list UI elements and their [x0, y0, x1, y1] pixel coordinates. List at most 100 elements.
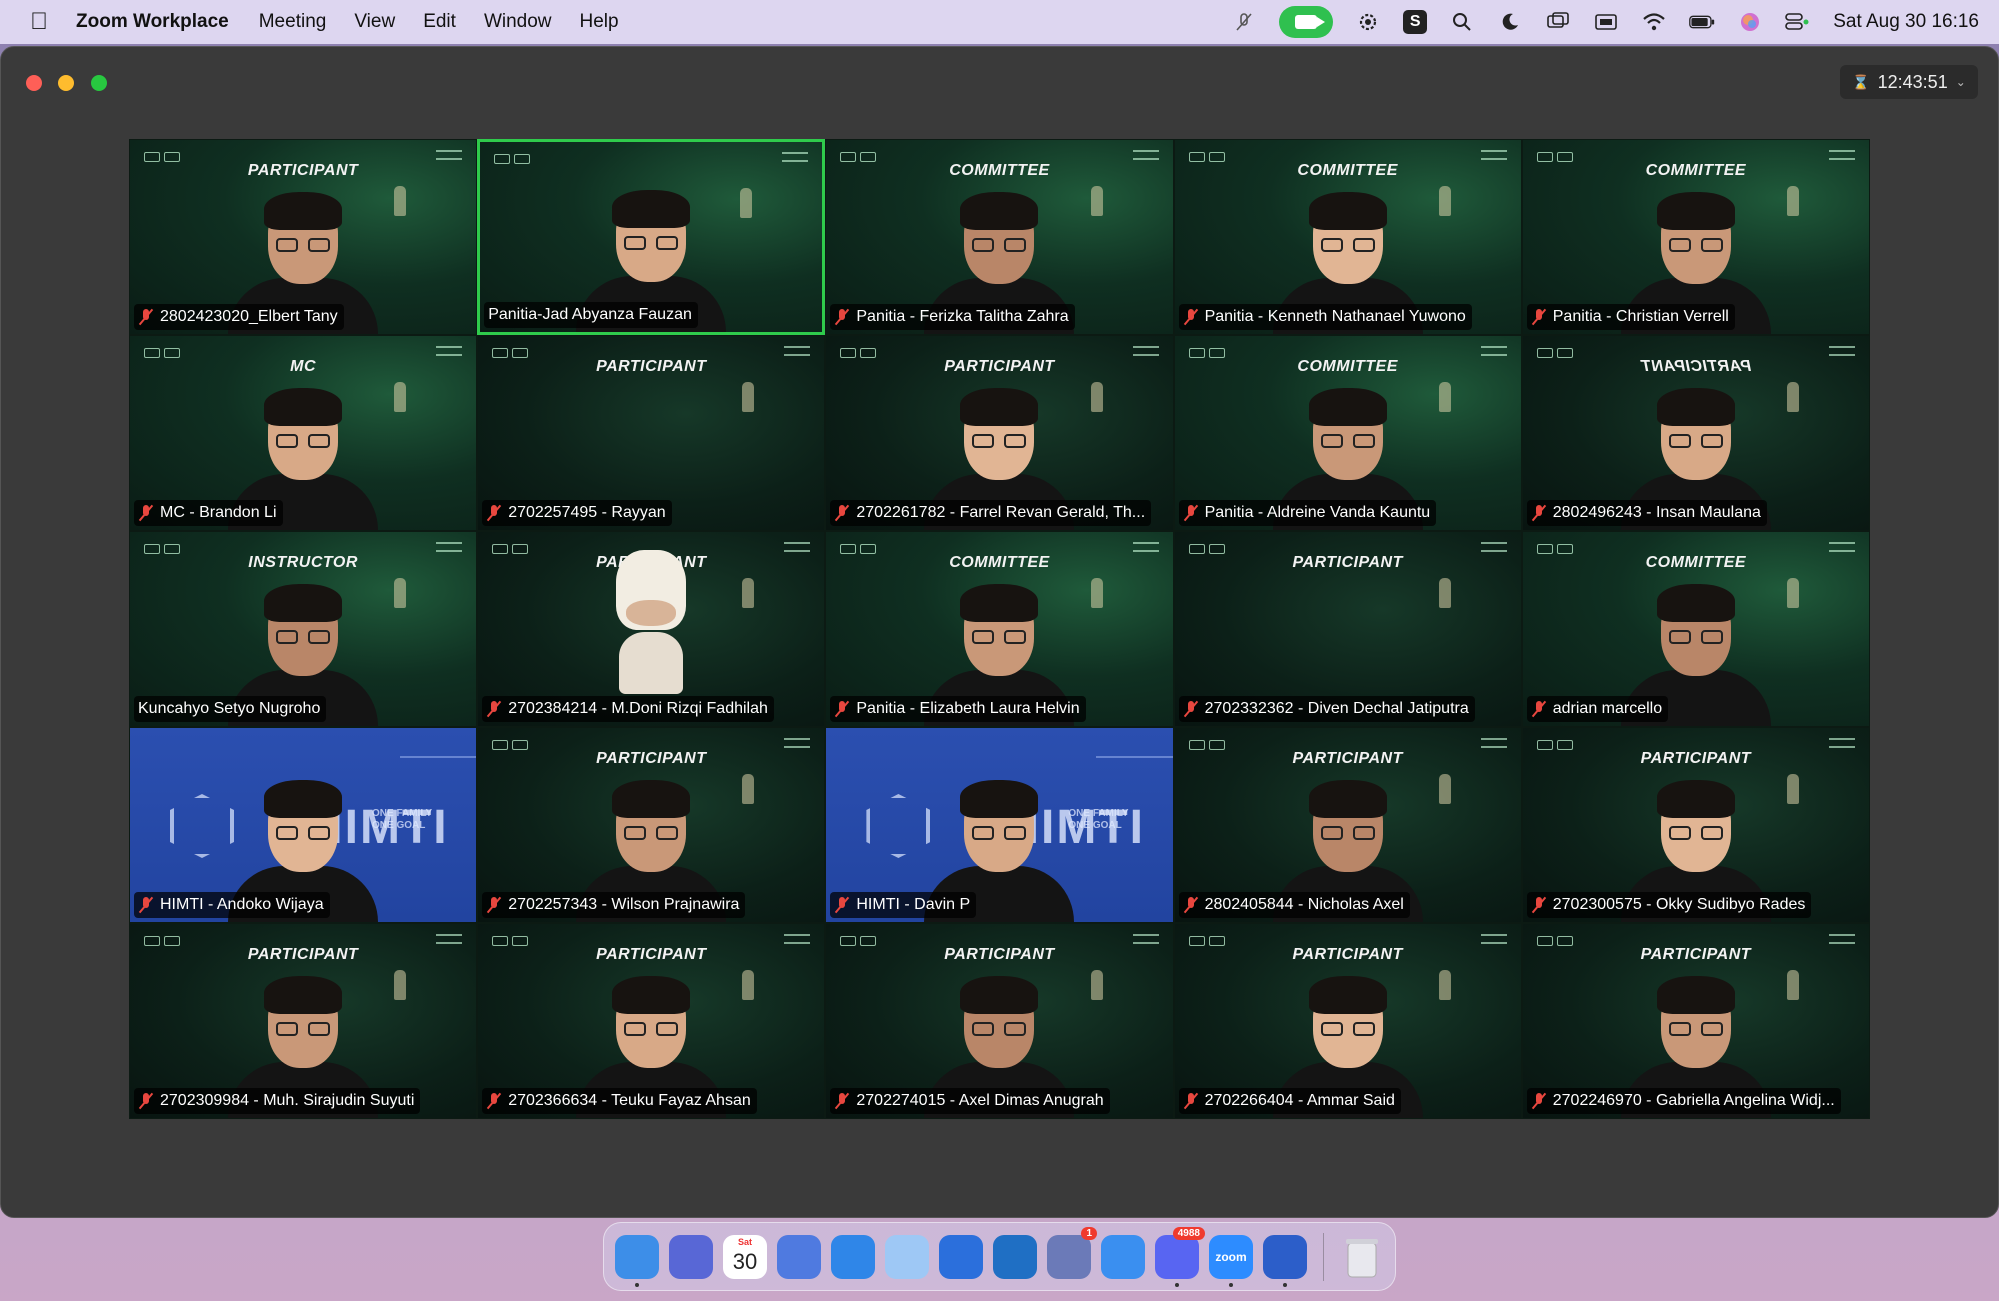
himti-tagline-line: ONE FAMILY [1068, 808, 1129, 819]
video-tile[interactable]: HIMTI ONE FAMILY ONE GOAL HIMTI - Andoko Wi… [129, 727, 478, 923]
background-figure [742, 970, 755, 1000]
background-figure [1090, 578, 1103, 608]
menu-edit[interactable]: Edit [423, 11, 456, 33]
battery-icon[interactable] [1689, 11, 1715, 33]
menubar-datetime[interactable]: Sat Aug 30 16:16 [1833, 11, 1979, 33]
sponsor-logo [436, 150, 463, 160]
participant-name: 2702274015 - Axel Dimas Anugrah [856, 1092, 1104, 1109]
menu-help[interactable]: Help [580, 11, 619, 33]
gear-badge-icon[interactable] [1355, 11, 1381, 33]
discord-icon[interactable]: 4988 [1155, 1226, 1205, 1287]
mic-muted-icon [486, 1092, 502, 1110]
zoom-video-icon[interactable] [1279, 6, 1334, 38]
participant-name-tag: 2702246970 - Gabriella Angelina Widj... [1526, 1088, 1841, 1114]
display-icon[interactable] [1593, 11, 1619, 33]
video-tile[interactable]: PARTICIPANT 2702366634 - Teuku Fayaz Ahsa… [477, 923, 826, 1119]
background-figure [1786, 382, 1799, 412]
video-tile[interactable]: MC MC - Brandon Li [129, 335, 478, 531]
mic-muted-icon [1531, 896, 1547, 914]
meeting-timer[interactable]: ⌛ 12:43:51 ⌄ [1840, 65, 1978, 99]
background-figure [1786, 578, 1799, 608]
trash-icon[interactable] [1340, 1235, 1384, 1279]
video-tile[interactable]: PARTICIPANT 2702300575 - Okky Sudibyo Rad… [1521, 727, 1870, 923]
video-tile[interactable]: PARTICIPANT 2702257343 - Wilson Prajnawir… [477, 727, 826, 923]
siri-icon[interactable] [1737, 11, 1763, 33]
menu-view[interactable]: View [354, 11, 395, 33]
control-center-icon[interactable] [1785, 11, 1811, 33]
fullscreen-window-button[interactable] [91, 75, 107, 91]
system-settings-icon[interactable]: 1 [1047, 1226, 1097, 1279]
sponsor-logo [1480, 346, 1507, 356]
video-tile[interactable]: COMMITTEE Panitia - Ferizka Talitha Zahra [825, 139, 1174, 335]
zoom-icon[interactable]: zoom [1209, 1234, 1253, 1287]
calendar-icon[interactable]: 30 Sat [723, 1234, 767, 1279]
search-icon[interactable] [1449, 11, 1475, 33]
participant-role-label: PARTICIPANT [1640, 946, 1752, 963]
dock-app-label: 30 [732, 1248, 758, 1274]
background-figure [1786, 186, 1799, 216]
s-app-icon[interactable]: S [1403, 10, 1428, 34]
video-tile[interactable]: PARTICIPANT 2702274015 - Axel Dimas Anugr… [825, 923, 1174, 1119]
menu-meeting[interactable]: Meeting [259, 11, 327, 33]
video-tile[interactable]: COMMITTEE Panitia - Kenneth Nathanael Yuw… [1173, 139, 1522, 335]
video-tile[interactable]: PARTICIPANT 2702261782 - Farrel Revan Ger… [825, 335, 1174, 531]
sponsor-logo [1132, 542, 1159, 552]
video-tile[interactable]: PARTICIPANT 2702309984 - Muh. Sirajudin S… [129, 923, 478, 1119]
mic-muted-icon [138, 504, 154, 522]
screen-mirror-icon[interactable] [1545, 11, 1571, 33]
video-tile[interactable]: PARTICIPANT 2702246970 - Gabriella Angeli… [1521, 923, 1870, 1119]
participant-name-tag: 2702274015 - Axel Dimas Anugrah [830, 1088, 1110, 1114]
finder-icon[interactable] [615, 1234, 659, 1287]
mic-muted-icon [1183, 1092, 1199, 1110]
video-tile[interactable]: INSTRUCTOR Kuncahyo Setyo Nugroho [129, 531, 478, 727]
moon-icon[interactable] [1497, 11, 1523, 33]
close-window-button[interactable] [26, 75, 42, 91]
notes-icon[interactable] [777, 1234, 821, 1279]
participant-name-tag: 2802496243 - Insan Maulana [1526, 500, 1767, 526]
hourglass-icon: ⌛ [1852, 73, 1870, 90]
video-tile[interactable]: PARTICIPANT2702384214 - M.Doni Rizqi Fad… [477, 531, 826, 727]
participant-name-tag: adrian marcello [1526, 696, 1669, 722]
minimize-window-button[interactable] [58, 75, 74, 91]
participant-name: MC - Brandon Li [160, 504, 277, 521]
video-tile[interactable]: Panitia-Jad Abyanza Fauzan [477, 139, 826, 335]
safari-icon[interactable] [831, 1234, 875, 1279]
video-tile[interactable]: PARTICIPANT 2802405844 - Nicholas Axel [1173, 727, 1522, 923]
dock-separator [1323, 1232, 1324, 1281]
sponsor-logo [1132, 346, 1159, 356]
screen-capture-icon[interactable] [939, 1234, 983, 1279]
figma-icon[interactable] [1263, 1234, 1307, 1287]
participant-name: 2702332362 - Diven Dechal Jatiputra [1204, 700, 1469, 717]
video-tile[interactable]: PARTICIPANT 2702332362 - Diven Dechal Jat… [1173, 531, 1522, 727]
participant-role-label: PARTICIPANT [247, 946, 359, 963]
wifi-icon[interactable] [1641, 11, 1667, 33]
launchpad-icon[interactable] [669, 1234, 713, 1279]
mic-muted-icon [834, 1092, 850, 1110]
sponsor-logo [784, 346, 811, 356]
video-tile[interactable]: PARTICIPANT 2802423020_Elbert Tany [129, 139, 478, 335]
video-tile[interactable]: PARTICIPANT 2702257495 - Rayyan [477, 335, 826, 531]
himti-tagline-line: ONE FAMILY [372, 808, 433, 819]
sponsor-logo [784, 738, 811, 748]
participant-name-tag: 2702257343 - Wilson Prajnawira [482, 892, 746, 918]
participant-name-tag: HIMTI - Andoko Wijaya [134, 892, 330, 918]
apple-menu-icon[interactable]:  [26, 8, 52, 35]
mic-muted-icon [138, 1092, 154, 1110]
mic-muted-icon[interactable] [1231, 11, 1257, 33]
video-tile[interactable]: PARTICIPANT 2802496243 - Insan Maulana [1521, 335, 1870, 531]
video-tile[interactable]: HIMTI ONE FAMILY ONE GOAL HIMTI - Davin P [825, 727, 1174, 923]
video-tile[interactable]: COMMITTEE Panitia - Christian Verrell [1521, 139, 1870, 335]
app-store-icon[interactable] [1101, 1234, 1145, 1279]
menu-window[interactable]: Window [484, 11, 552, 33]
messages-icon[interactable] [885, 1234, 929, 1279]
mic-muted-icon [1531, 504, 1547, 522]
app-name-menu[interactable]: Zoom Workplace [76, 11, 229, 33]
video-tile[interactable]: COMMITTEE Panitia - Aldreine Vanda Kauntu [1173, 335, 1522, 531]
video-tile[interactable]: COMMITTEE adrian marcello [1521, 531, 1870, 727]
mic-muted-icon [138, 308, 154, 326]
vscode-icon[interactable] [993, 1234, 1037, 1279]
meeting-timer-value: 12:43:51 [1877, 71, 1948, 92]
video-tile[interactable]: COMMITTEE Panitia - Elizabeth Laura Helvi… [825, 531, 1174, 727]
participant-name-tag: 2702384214 - M.Doni Rizqi Fadhilah [482, 696, 774, 722]
video-tile[interactable]: PARTICIPANT 2702266404 - Ammar Said [1173, 923, 1522, 1119]
